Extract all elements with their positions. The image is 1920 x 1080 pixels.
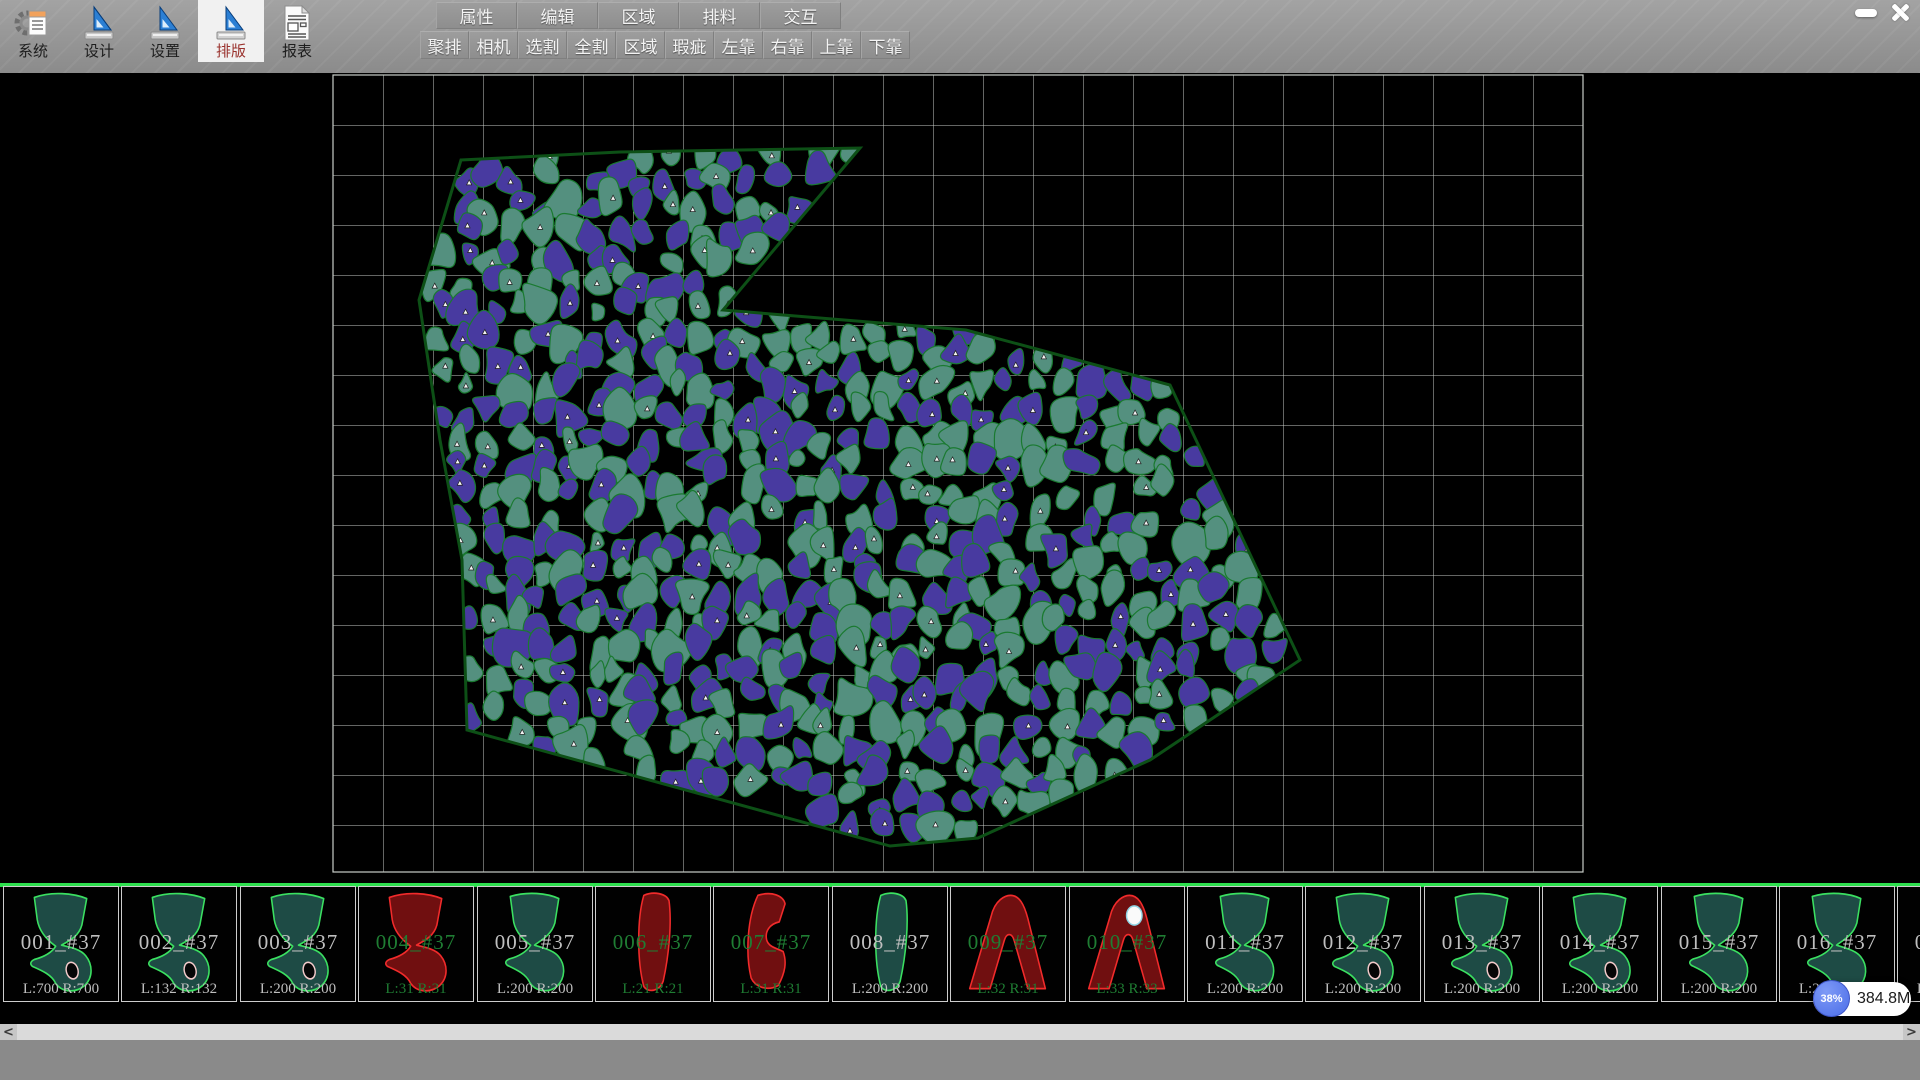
- tool-button-5[interactable]: 瑕疵: [665, 31, 714, 59]
- menu-item-4[interactable]: 交互: [760, 2, 841, 29]
- piece-lr-count: L:33 R:33: [1070, 981, 1184, 998]
- thumbnail-piece-013_#37[interactable]: 013_#37 L:200 R:200: [1424, 886, 1540, 1002]
- tab-nesting[interactable]: 排版: [198, 0, 264, 62]
- nesting-workspace: 001_#37L:700 R:700002_#37L:132 R:132003_…: [0, 73, 1920, 1024]
- piece-id-label: 001_#37: [4, 930, 118, 955]
- piece-lr-count: L:700 R:700: [4, 981, 118, 998]
- thumbnail-piece-005_#37[interactable]: 005_#37 L:200 R:200: [477, 886, 593, 1002]
- scroll-left-button[interactable]: <: [0, 1024, 17, 1040]
- piece-id-label: 007_#37: [714, 930, 828, 955]
- piece-lr-count: L:200 R:200: [1543, 981, 1657, 998]
- piece-lr-count: L:31 R:31: [714, 981, 828, 998]
- cpu-percent-indicator: 38%: [1813, 980, 1850, 1017]
- piece-lr-count: L:200 R:200: [1425, 981, 1539, 998]
- tool-button-1[interactable]: 相机: [469, 31, 518, 59]
- main-tab-bar: 系统 设计: [0, 0, 330, 62]
- piece-id-label: 004_#37: [359, 930, 473, 955]
- piece-lr-count: L:132 R:132: [122, 981, 236, 998]
- tool-button-0[interactable]: 聚排: [420, 31, 469, 59]
- piece-id-label: 011_#37: [1188, 930, 1302, 955]
- piece-id-label: 006_#37: [596, 930, 710, 955]
- thumbnail-piece-008_#37[interactable]: 008_#37 L:200 R:200: [832, 886, 948, 1002]
- minimize-icon: [1855, 9, 1877, 17]
- thumbnail-piece-011_#37[interactable]: 011_#37 L:200 R:200: [1187, 886, 1303, 1002]
- piece-id-label: 010_#37: [1070, 930, 1184, 955]
- tool-button-6[interactable]: 左靠: [714, 31, 763, 59]
- piece-lr-count: L:31 R:31: [359, 981, 473, 998]
- scroll-right-button[interactable]: >: [1903, 1024, 1920, 1040]
- thumbnail-piece-012_#37[interactable]: 012_#37 L:200 R:200: [1305, 886, 1421, 1002]
- piece-lr-count: L:32 R:31: [951, 981, 1065, 998]
- close-icon: [1890, 3, 1910, 22]
- thumbnail-piece-002_#37[interactable]: 002_#37 L:132 R:132: [121, 886, 237, 1002]
- horizontal-scrollbar[interactable]: < >: [0, 1024, 1920, 1040]
- report-document-icon: [278, 2, 316, 44]
- piece-lr-count: L:200 R:200: [241, 981, 355, 998]
- minimize-button[interactable]: [1852, 3, 1880, 22]
- ribbon-header: 系统 设计: [0, 0, 1920, 73]
- tab-report[interactable]: 报表: [264, 0, 330, 62]
- nesting-app-window: 系统 设计: [0, 0, 1920, 1080]
- nest-canvas[interactable]: [0, 73, 1920, 883]
- piece-lr-count: L:21 R:21: [596, 981, 710, 998]
- menu-bar-top: 属性编辑区域排料交互: [436, 2, 841, 29]
- tab-system[interactable]: 系统: [0, 0, 66, 62]
- thumbnail-piece-015_#37[interactable]: 015_#37 L:200 R:200: [1661, 886, 1777, 1002]
- piece-id-label: 015_#37: [1662, 930, 1776, 955]
- piece-id-label: 013_#37: [1425, 930, 1539, 955]
- piece-id-label: 017_#37: [1898, 930, 1920, 955]
- piece-id-label: 016_#37: [1780, 930, 1894, 955]
- tab-label: 设计: [84, 44, 114, 60]
- thumbnail-piece-004_#37[interactable]: 004_#37 L:31 R:31: [358, 886, 474, 1002]
- tab-label: 排版: [216, 44, 246, 60]
- piece-lr-count: L:200 R:200: [833, 981, 947, 998]
- tool-button-2[interactable]: 选割: [518, 31, 567, 59]
- tab-settings[interactable]: 设置: [132, 0, 198, 62]
- menu-item-1[interactable]: 编辑: [517, 2, 598, 29]
- scrollbar-track[interactable]: [17, 1024, 1903, 1040]
- tool-button-7[interactable]: 右靠: [763, 31, 812, 59]
- piece-id-label: 003_#37: [241, 930, 355, 955]
- set-square-icon: [212, 2, 250, 44]
- tool-button-8[interactable]: 上靠: [812, 31, 861, 59]
- thumbnail-piece-010_#37[interactable]: 010_#37 L:33 R:33: [1069, 886, 1185, 1002]
- tool-button-3[interactable]: 全割: [567, 31, 616, 59]
- status-bar: [0, 1040, 1920, 1080]
- piece-id-label: 012_#37: [1306, 930, 1420, 955]
- piece-lr-count: L:200 R:200: [1306, 981, 1420, 998]
- piece-id-label: 014_#37: [1543, 930, 1657, 955]
- piece-id-label: 009_#37: [951, 930, 1065, 955]
- window-controls: [1852, 3, 1914, 22]
- set-square-icon: [146, 2, 184, 44]
- set-square-icon: [80, 2, 118, 44]
- thumbnail-piece-007_#37[interactable]: 007_#37 L:31 R:31: [713, 886, 829, 1002]
- menu-item-3[interactable]: 排料: [679, 2, 760, 29]
- piece-lr-count: L:200 R:200: [1662, 981, 1776, 998]
- piece-id-label: 002_#37: [122, 930, 236, 955]
- piece-id-label: 008_#37: [833, 930, 947, 955]
- thumbnail-piece-003_#37[interactable]: 003_#37 L:200 R:200: [240, 886, 356, 1002]
- system-gear-icon: [14, 2, 52, 44]
- thumbnail-piece-014_#37[interactable]: 014_#37 L:200 R:200: [1542, 886, 1658, 1002]
- piece-id-label: 005_#37: [478, 930, 592, 955]
- tab-label: 系统: [18, 44, 48, 60]
- piece-lr-count: L:200 R:200: [1188, 981, 1302, 998]
- memory-usage-badge: 38% 384.8M: [1813, 982, 1911, 1016]
- menu-item-2[interactable]: 区域: [598, 2, 679, 29]
- memory-value: 384.8M: [1857, 982, 1910, 1016]
- tab-label: 报表: [282, 44, 312, 60]
- piece-lr-count: L:200 R:200: [478, 981, 592, 998]
- tool-button-4[interactable]: 区域: [616, 31, 665, 59]
- close-button[interactable]: [1886, 3, 1914, 22]
- thumbnail-piece-001_#37[interactable]: 001_#37 L:700 R:700: [3, 886, 119, 1002]
- thumbnail-piece-006_#37[interactable]: 006_#37 L:21 R:21: [595, 886, 711, 1002]
- toolbar-nesting-tools: 聚排相机选割全割区域瑕疵左靠右靠上靠下靠: [420, 31, 910, 59]
- menu-item-0[interactable]: 属性: [436, 2, 517, 29]
- tab-design[interactable]: 设计: [66, 0, 132, 62]
- tool-button-9[interactable]: 下靠: [861, 31, 910, 59]
- thumbnail-piece-009_#37[interactable]: 009_#37 L:32 R:31: [950, 886, 1066, 1002]
- tab-label: 设置: [150, 44, 180, 60]
